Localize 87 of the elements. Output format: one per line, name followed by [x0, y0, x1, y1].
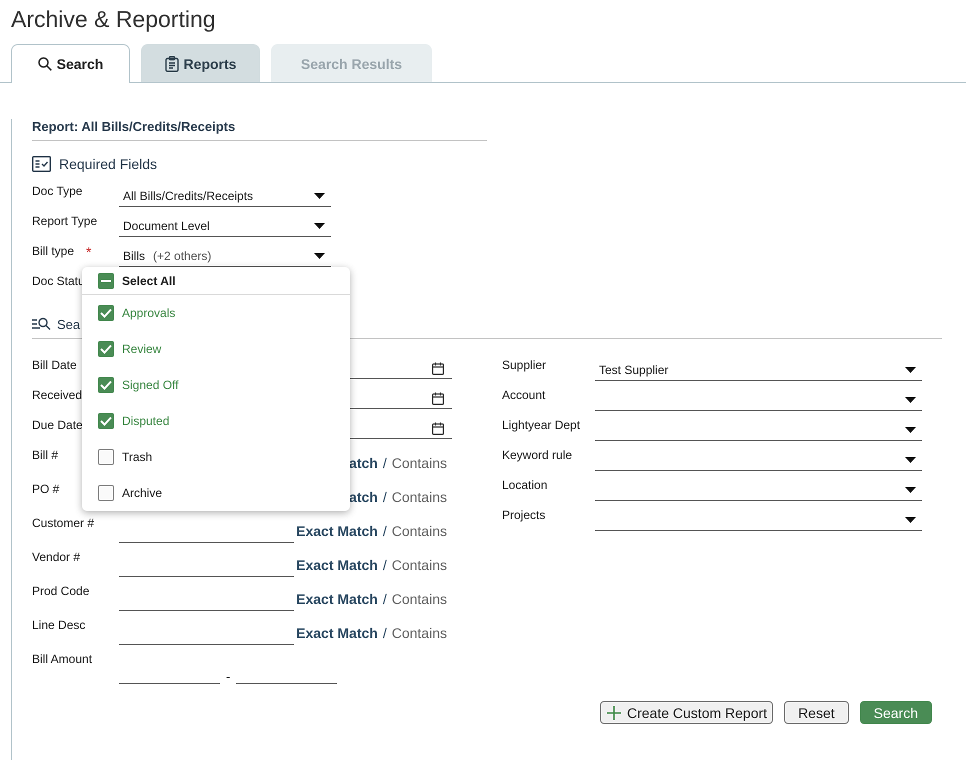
caret-icon: [905, 366, 916, 372]
checkbox[interactable]: [98, 449, 114, 465]
range-separator: -: [226, 669, 230, 684]
field-label: Vendor #: [32, 550, 80, 564]
exact-match-link[interactable]: Exact Match: [296, 625, 378, 650]
checkbox[interactable]: [98, 272, 114, 288]
caret-icon: [905, 396, 916, 402]
caret-icon: [905, 516, 916, 522]
dropdown-option[interactable]: Approvals: [82, 295, 350, 331]
field-label: Location: [502, 478, 548, 492]
select-field[interactable]: Document Level: [119, 215, 331, 237]
required-mark: *: [86, 244, 92, 260]
caret-icon: [314, 192, 325, 198]
exact-match-link[interactable]: Exact Match: [296, 557, 378, 582]
field-label: PO #: [32, 482, 60, 496]
exact-match-link[interactable]: Exact Match: [296, 591, 378, 616]
separator: /: [382, 625, 387, 643]
caret-icon: [314, 252, 325, 258]
calendar-icon[interactable]: [432, 362, 444, 375]
calendar-icon[interactable]: [432, 392, 444, 405]
tab[interactable]: Search: [11, 44, 130, 83]
contains-link[interactable]: Contains: [392, 557, 447, 582]
dropdown-option[interactable]: Trash: [82, 439, 350, 475]
field-label: Prod Code: [32, 584, 90, 598]
contains-link[interactable]: Contains: [392, 455, 447, 480]
checkbox[interactable]: [98, 341, 114, 357]
separator: /: [382, 557, 387, 575]
separator: /: [382, 455, 387, 473]
contains-link[interactable]: Contains: [392, 591, 447, 616]
check-icon: [100, 344, 112, 354]
exact-match-link[interactable]: atch: [349, 455, 378, 480]
checkbox[interactable]: [98, 413, 114, 429]
field-label: Keyword rule: [502, 448, 572, 462]
field-label: Bill #: [32, 448, 58, 462]
separator: /: [382, 591, 387, 609]
dropdown-option[interactable]: Disputed: [82, 403, 350, 439]
section-title: Sea: [57, 316, 80, 332]
tab[interactable]: Reports: [141, 44, 260, 82]
field-label: Doc Type: [32, 184, 82, 198]
field-label: Projects: [502, 508, 546, 522]
field-label: Supplier: [502, 358, 546, 372]
caret-icon: [314, 222, 325, 228]
dropdown-option[interactable]: Archive: [82, 475, 350, 511]
check-icon: [100, 416, 112, 426]
caret-icon: [905, 426, 916, 432]
reset-button[interactable]: Reset: [784, 701, 849, 724]
check-icon: [100, 380, 112, 390]
separator: /: [382, 523, 387, 541]
contains-link[interactable]: Contains: [392, 489, 447, 514]
field-label: Report Type: [32, 214, 98, 228]
report-heading: Report: All Bills/Credits/Receipts: [32, 119, 487, 141]
checkbox[interactable]: [98, 377, 114, 393]
caret-icon: [905, 456, 916, 462]
create-report-button[interactable]: Create Custom Report: [600, 701, 774, 724]
field-label: Line Desc: [32, 618, 86, 632]
separator: /: [382, 489, 387, 507]
contains-link[interactable]: Contains: [392, 625, 447, 650]
field-label: Bill Amount: [32, 652, 92, 666]
field-label: Account: [502, 388, 546, 402]
checklist-icon: [32, 156, 51, 172]
field-label: Received: [32, 388, 82, 402]
plus-icon: [607, 706, 621, 720]
search-button[interactable]: Search: [860, 701, 932, 724]
field-label: Due Date: [32, 418, 83, 432]
select-field[interactable]: Test Supplier: [595, 359, 922, 381]
field-label: Bill Date: [32, 358, 77, 372]
calendar-icon[interactable]: [432, 422, 444, 435]
minus-icon: [101, 280, 111, 282]
search-icon: [38, 57, 52, 71]
contains-link[interactable]: Contains: [392, 523, 447, 548]
dropdown-option[interactable]: Review: [82, 331, 350, 367]
select-all-option[interactable]: Select All: [82, 267, 350, 295]
page-title: Archive & Reporting: [10, 5, 217, 33]
checkbox[interactable]: [98, 305, 114, 321]
dropdown-option[interactable]: Signed Off: [82, 367, 350, 403]
checkbox[interactable]: [98, 485, 114, 501]
select-field[interactable]: All Bills/Credits/Receipts: [119, 185, 331, 207]
exact-match-link[interactable]: Exact Match: [296, 523, 378, 548]
search-list-icon: [32, 317, 52, 331]
section-title: Required Fields: [59, 156, 158, 172]
caret-icon: [905, 486, 916, 492]
clipboard-icon: [164, 56, 179, 72]
field-label: Lightyear Dept: [502, 418, 580, 432]
field-label: Bill type: [32, 244, 74, 258]
check-icon: [100, 308, 112, 318]
exact-match-link[interactable]: atch: [349, 489, 378, 514]
field-label: Customer #: [32, 516, 94, 530]
